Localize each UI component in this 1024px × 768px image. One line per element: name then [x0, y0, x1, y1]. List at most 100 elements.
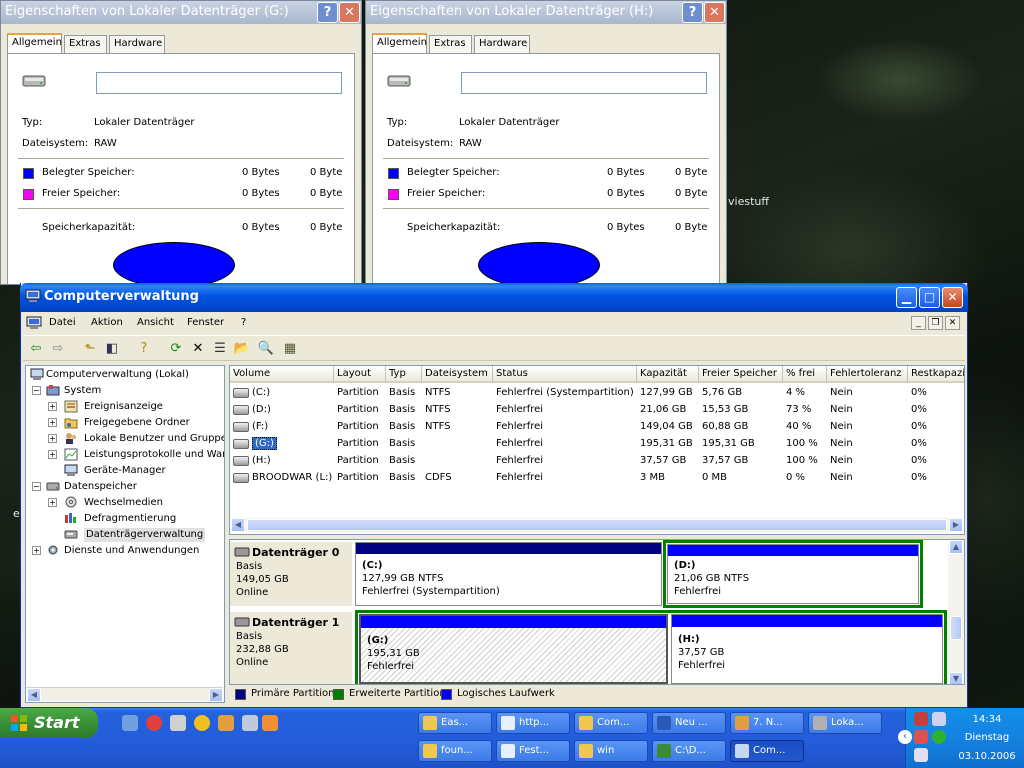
scroll-right-icon[interactable]: ▶: [949, 518, 963, 532]
tray-network-icon[interactable]: [914, 730, 928, 744]
drive-name-input[interactable]: [461, 72, 707, 94]
up-folder-icon[interactable]: ⬑: [81, 340, 99, 358]
quicklaunch-player-icon[interactable]: [170, 715, 186, 731]
quicklaunch-app-icon[interactable]: [194, 715, 210, 731]
close-button[interactable]: ✕: [942, 287, 963, 308]
tab-hardware[interactable]: Hardware: [109, 35, 165, 53]
column-header-capacity[interactable]: Kapazität: [637, 366, 699, 383]
menu-help[interactable]: ?: [241, 317, 246, 328]
settings-icon[interactable]: ▦: [281, 340, 299, 358]
column-header-fault-tolerance[interactable]: Fehlertoleranz: [827, 366, 908, 383]
back-icon[interactable]: ⇦: [27, 340, 45, 358]
maximize-button[interactable]: □: [919, 287, 940, 308]
expand-toggle[interactable]: +: [48, 450, 57, 459]
partition-h[interactable]: (H:) 37,57 GB Fehlerfrei: [671, 614, 943, 684]
properties-icon[interactable]: ☰: [211, 340, 229, 358]
scrollbar-thumb[interactable]: [950, 616, 962, 640]
tree-item-services[interactable]: Dienste und Anwendungen: [64, 544, 199, 558]
search-icon[interactable]: 🔍: [257, 340, 275, 358]
volume-row[interactable]: (C:) Partition Basis NTFS Fehlerfrei (System…: [230, 385, 964, 402]
scroll-left-icon[interactable]: ◀: [231, 518, 245, 532]
volume-row[interactable]: (D:) Partition Basis NTFS Fehlerfrei 21,06 GB…: [230, 402, 964, 419]
tree-item-removable-media[interactable]: Wechselmedien: [84, 496, 163, 510]
desktop-icon-label[interactable]: e: [13, 507, 20, 520]
quicklaunch-desktop-icon[interactable]: [122, 715, 138, 731]
scrollbar-thumb[interactable]: [247, 519, 947, 531]
column-header-type[interactable]: Typ: [386, 366, 422, 383]
partition-g[interactable]: (G:) 195,31 GB Fehlerfrei: [359, 614, 668, 684]
task-button[interactable]: foun...: [418, 740, 492, 762]
column-header-volume[interactable]: Volume: [230, 366, 334, 383]
clock-time[interactable]: 14:34: [952, 714, 1022, 725]
tab-general[interactable]: Allgemein: [372, 33, 427, 54]
column-header-layout[interactable]: Layout: [334, 366, 386, 383]
window-titlebar[interactable]: Computerverwaltung ▁ □ ✕: [20, 283, 968, 312]
help-icon[interactable]: ?: [135, 340, 153, 358]
menu-datei[interactable]: Datei: [49, 317, 76, 328]
close-button[interactable]: ✕: [339, 2, 360, 23]
disk-label-0[interactable]: Datenträger 0 Basis 149,05 GB Online: [230, 542, 352, 606]
quicklaunch-tool-icon[interactable]: [218, 715, 234, 731]
show-hide-tree-icon[interactable]: ◧: [103, 340, 121, 358]
expand-toggle[interactable]: +: [48, 402, 57, 411]
column-header-percent-free[interactable]: % frei: [783, 366, 827, 383]
mdi-minimize-button[interactable]: _: [911, 316, 926, 330]
volume-row[interactable]: (H:) Partition Basis Fehlerfrei 37,57 GB 37,5…: [230, 453, 964, 470]
tree-item-storage[interactable]: Datenspeicher: [64, 480, 137, 494]
task-button-active[interactable]: Com...: [730, 740, 804, 762]
column-header-overhead[interactable]: Restkapazität: [908, 366, 964, 383]
expand-toggle[interactable]: +: [48, 418, 57, 427]
desktop-icon-label[interactable]: viestuff: [728, 195, 769, 208]
tree-item-performance-logs[interactable]: Leistungsprotokolle und Warnungen: [84, 448, 224, 462]
tree-item-disk-management[interactable]: Datenträgerverwaltung: [84, 528, 206, 542]
tree-item-event-viewer[interactable]: Ereignisanzeige: [84, 400, 163, 414]
task-button[interactable]: Eas...: [418, 712, 492, 734]
forward-icon[interactable]: ⇨: [49, 340, 67, 358]
quicklaunch-browser-icon[interactable]: [146, 715, 162, 731]
help-button[interactable]: ?: [317, 2, 338, 23]
scroll-up-icon[interactable]: ▲: [949, 540, 963, 554]
tray-expand-icon[interactable]: ‹: [898, 730, 912, 744]
mdi-restore-button[interactable]: ❐: [928, 316, 943, 330]
disk-label-1[interactable]: Datenträger 1 Basis 232,88 GB Online: [230, 612, 352, 684]
tray-messenger-icon[interactable]: [932, 730, 946, 744]
task-button[interactable]: Com...: [574, 712, 648, 734]
tree-item-device-manager[interactable]: Geräte-Manager: [84, 464, 166, 478]
volume-row[interactable]: (F:) Partition Basis NTFS Fehlerfrei 149,04 G…: [230, 419, 964, 436]
help-button[interactable]: ?: [682, 2, 703, 23]
column-header-filesystem[interactable]: Dateisystem: [422, 366, 493, 383]
task-button[interactable]: win: [574, 740, 648, 762]
menu-ansicht[interactable]: Ansicht: [137, 317, 174, 328]
quicklaunch-extra-icon[interactable]: [262, 715, 278, 731]
tree-item-local-users[interactable]: Lokale Benutzer und Gruppen: [84, 432, 224, 446]
task-button[interactable]: C:\D...: [652, 740, 726, 762]
tray-security-icon[interactable]: [914, 712, 928, 726]
start-button[interactable]: Start: [0, 708, 98, 738]
scroll-left-icon[interactable]: ◀: [27, 688, 41, 702]
expand-toggle[interactable]: +: [48, 498, 57, 507]
volume-row[interactable]: BROODWAR (L:) Partition Basis CDFS Fehlerfre…: [230, 470, 964, 487]
task-button[interactable]: 7. N...: [730, 712, 804, 734]
scroll-down-icon[interactable]: ▼: [949, 672, 963, 684]
expand-toggle[interactable]: +: [48, 434, 57, 443]
expand-toggle[interactable]: +: [32, 546, 41, 555]
menu-fenster[interactable]: Fenster: [187, 317, 224, 328]
collapse-toggle[interactable]: −: [32, 482, 41, 491]
minimize-button[interactable]: ▁: [896, 287, 917, 308]
column-header-status[interactable]: Status: [493, 366, 637, 383]
tree-item-defrag[interactable]: Defragmentierung: [84, 512, 176, 526]
scroll-right-icon[interactable]: ▶: [209, 688, 223, 702]
tab-general[interactable]: Allgemein: [7, 33, 62, 54]
quicklaunch-messenger-icon[interactable]: [242, 715, 258, 731]
partition-c[interactable]: (C:) 127,99 GB NTFS Fehlerfrei (Systempa…: [355, 542, 662, 606]
volume-row[interactable]: (G:) Partition Basis Fehlerfrei 195,31 GB 195…: [230, 436, 964, 453]
tab-hardware[interactable]: Hardware: [474, 35, 530, 53]
task-button[interactable]: http...: [496, 712, 570, 734]
mmc-icon[interactable]: [26, 316, 42, 330]
tab-extras[interactable]: Extras: [429, 35, 472, 53]
collapse-toggle[interactable]: −: [32, 386, 41, 395]
tab-extras[interactable]: Extras: [64, 35, 107, 53]
close-button[interactable]: ✕: [704, 2, 725, 23]
tree-horizontal-scrollbar[interactable]: ◀ ▶: [27, 687, 223, 702]
drive-name-input[interactable]: [96, 72, 342, 94]
